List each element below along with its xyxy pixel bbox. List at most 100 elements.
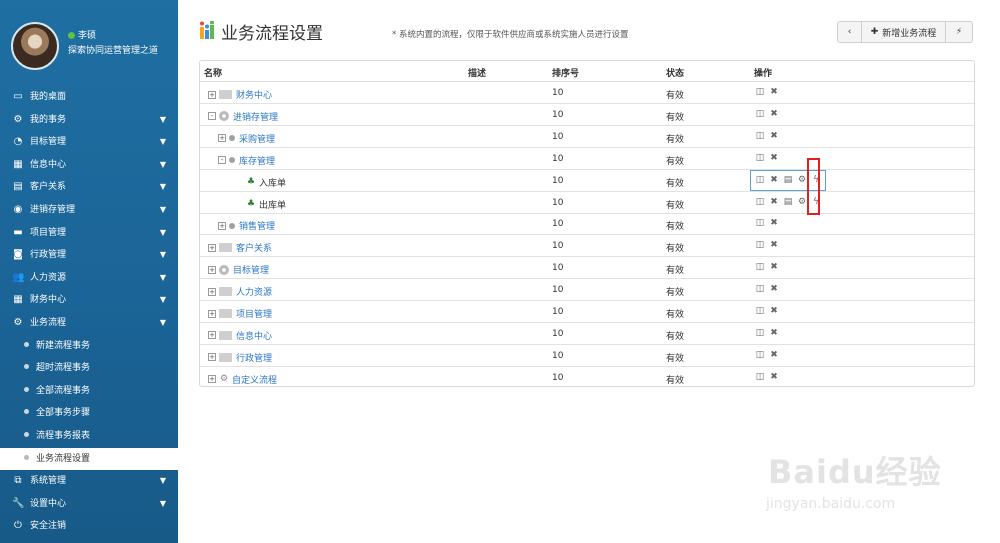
columns-icon[interactable]: ◫ <box>755 240 765 250</box>
row-name-link[interactable]: 目标管理 <box>233 263 269 276</box>
table-row[interactable]: - 进销存管理 10 有效 ◫ ✖ <box>200 104 974 126</box>
row-name-link[interactable]: 进销存管理 <box>233 110 278 123</box>
sidebar-item-psi[interactable]: ◉ 进销存管理 ▼ <box>0 199 178 222</box>
columns-icon[interactable]: ◫ <box>755 218 765 228</box>
columns-icon[interactable]: ◫ <box>755 87 765 97</box>
sidebar-item-projects[interactable]: ▬ 项目管理 ▼ <box>0 222 178 245</box>
close-icon[interactable]: ✖ <box>769 372 779 382</box>
sidebar-item-hr[interactable]: 👥 人力资源 ▼ <box>0 267 178 290</box>
sidebar-subitem[interactable]: 流程事务报表 <box>0 425 178 448</box>
sidebar-item-my-affairs[interactable]: ⚙ 我的事务 ▼ <box>0 109 178 132</box>
sidebar-item-logout[interactable]: ⏻ 安全注销 <box>0 515 178 538</box>
monitor-icon: ▭ <box>13 91 23 102</box>
row-name-link[interactable]: 人力资源 <box>236 285 272 298</box>
close-icon[interactable]: ✖ <box>769 284 779 294</box>
expand-icon[interactable]: + <box>208 243 216 252</box>
row-name-link[interactable]: 财务中心 <box>236 88 272 101</box>
sidebar-item-finance[interactable]: ▦ 财务中心 ▼ <box>0 289 178 312</box>
columns-icon[interactable]: ◫ <box>755 131 765 141</box>
table-row[interactable]: - 库存管理 10 有效 ◫ ✖ <box>200 148 974 170</box>
sidebar-item-crm[interactable]: ▤ 客户关系 ▼ <box>0 176 178 199</box>
table-row[interactable]: ♣ 出库单 10 有效 ◫ ✖ ▤ ⚙ ϟ <box>200 192 974 214</box>
table-row[interactable]: + 信息中心 10 有效 ◫ ✖ <box>200 323 974 345</box>
expand-icon[interactable]: + <box>218 221 226 230</box>
sidebar-item-admin[interactable]: ◙ 行政管理 ▼ <box>0 244 178 267</box>
close-icon[interactable]: ✖ <box>769 262 779 272</box>
avatar[interactable] <box>11 22 59 70</box>
row-name-link[interactable]: 客户关系 <box>236 241 272 254</box>
columns-icon[interactable]: ◫ <box>755 109 765 119</box>
expand-icon[interactable]: + <box>218 134 226 143</box>
sidebar-item-settings[interactable]: 🔧 设置中心 ▼ <box>0 493 178 516</box>
expand-icon[interactable]: + <box>208 331 216 340</box>
sidebar-item-label: 我的事务 <box>30 114 67 125</box>
document-icon[interactable]: ▤ <box>783 197 793 207</box>
close-icon[interactable]: ✖ <box>769 328 779 338</box>
expand-icon[interactable]: + <box>208 265 216 274</box>
table-row[interactable]: + 财务中心 10 有效 ◫ ✖ <box>200 82 974 104</box>
sidebar-item-workflow[interactable]: ⚙ 业务流程 ▼ <box>0 312 178 335</box>
add-workflow-button[interactable]: ✚ 新增业务流程 <box>862 22 946 42</box>
columns-icon[interactable]: ◫ <box>755 262 765 272</box>
close-icon[interactable]: ✖ <box>769 87 779 97</box>
columns-icon[interactable]: ◫ <box>755 306 765 316</box>
table-row[interactable]: + 客户关系 10 有效 ◫ ✖ <box>200 235 974 258</box>
prev-button[interactable]: ‹ <box>838 22 862 42</box>
close-icon[interactable]: ✖ <box>769 109 779 119</box>
table-row[interactable]: + 目标管理 10 有效 ◫ ✖ <box>200 257 974 280</box>
table-row[interactable]: + 销售管理 10 有效 ◫ ✖ <box>200 213 974 236</box>
close-icon[interactable]: ✖ <box>769 240 779 250</box>
row-name-cell: + 信息中心 <box>208 329 272 342</box>
row-name-link[interactable]: 项目管理 <box>236 307 272 320</box>
columns-icon[interactable]: ◫ <box>755 153 765 163</box>
sidebar-item-info[interactable]: ▦ 信息中心 ▼ <box>0 154 178 177</box>
close-icon[interactable]: ✖ <box>769 175 779 185</box>
row-status: 有效 <box>666 244 685 255</box>
row-name-link[interactable]: 销售管理 <box>239 219 275 232</box>
table-row[interactable]: + 行政管理 10 有效 ◫ ✖ <box>200 345 974 367</box>
document-icon[interactable]: ▤ <box>783 175 793 185</box>
sidebar-item-label: 我的桌面 <box>30 92 67 102</box>
row-name-link[interactable]: 库存管理 <box>239 154 275 167</box>
table-row[interactable]: + 采购管理 10 有效 ◫ ✖ <box>200 126 974 148</box>
row-name-link[interactable]: 行政管理 <box>236 351 272 364</box>
sidebar-subitem[interactable]: 新建流程事务 <box>0 335 178 358</box>
close-icon[interactable]: ✖ <box>769 218 779 228</box>
close-icon[interactable]: ✖ <box>769 306 779 316</box>
columns-icon[interactable]: ◫ <box>755 350 765 360</box>
collapse-icon[interactable]: - <box>208 112 216 121</box>
columns-icon[interactable]: ◫ <box>755 372 765 382</box>
expand-icon[interactable]: + <box>208 353 216 362</box>
gears-icon[interactable]: ⚙ <box>797 197 807 207</box>
expand-icon[interactable]: + <box>208 375 216 384</box>
row-name-link[interactable]: 采购管理 <box>239 132 275 145</box>
table-row[interactable]: + 项目管理 10 有效 ◫ ✖ <box>200 301 974 323</box>
expand-icon[interactable]: + <box>208 309 216 318</box>
table-row[interactable]: + 人力资源 10 有效 ◫ ✖ <box>200 279 974 302</box>
expand-icon[interactable]: + <box>208 90 216 99</box>
close-icon[interactable]: ✖ <box>769 153 779 163</box>
sidebar-subitem[interactable]: 全部事务步骤 <box>0 402 178 425</box>
gears-icon[interactable]: ⚙ <box>797 175 807 185</box>
close-icon[interactable]: ✖ <box>769 350 779 360</box>
columns-icon[interactable]: ◫ <box>755 197 765 207</box>
row-name-link[interactable]: 信息中心 <box>236 329 272 342</box>
sidebar-subitem-label: 流程事务报表 <box>36 430 91 441</box>
sidebar-item-goals[interactable]: ◔ 目标管理 ▼ <box>0 131 178 154</box>
columns-icon[interactable]: ◫ <box>755 284 765 294</box>
table-row[interactable]: ♣ 入库单 10 有效 ◫ ✖ ▤ ⚙ ϟ <box>200 169 974 192</box>
sidebar-item-system[interactable]: ⧉ 系统管理 ▼ <box>0 470 178 493</box>
columns-icon[interactable]: ◫ <box>755 175 765 185</box>
expand-icon[interactable]: + <box>208 287 216 296</box>
sidebar-subitem[interactable]: 业务流程设置 <box>0 447 178 471</box>
sidebar-item-desktop[interactable]: ▭ 我的桌面 <box>0 86 178 109</box>
close-icon[interactable]: ✖ <box>769 131 779 141</box>
close-icon[interactable]: ✖ <box>769 197 779 207</box>
table-row[interactable]: + ⚙ 自定义流程 10 有效 ◫ ✖ <box>200 367 974 389</box>
columns-icon[interactable]: ◫ <box>755 328 765 338</box>
quick-action-button[interactable]: ⚡ <box>946 22 972 42</box>
collapse-icon[interactable]: - <box>218 156 226 165</box>
sidebar-subitem[interactable]: 全部流程事务 <box>0 380 178 403</box>
row-name-link[interactable]: 自定义流程 <box>232 373 277 386</box>
sidebar-subitem[interactable]: 超时流程事务 <box>0 357 178 380</box>
